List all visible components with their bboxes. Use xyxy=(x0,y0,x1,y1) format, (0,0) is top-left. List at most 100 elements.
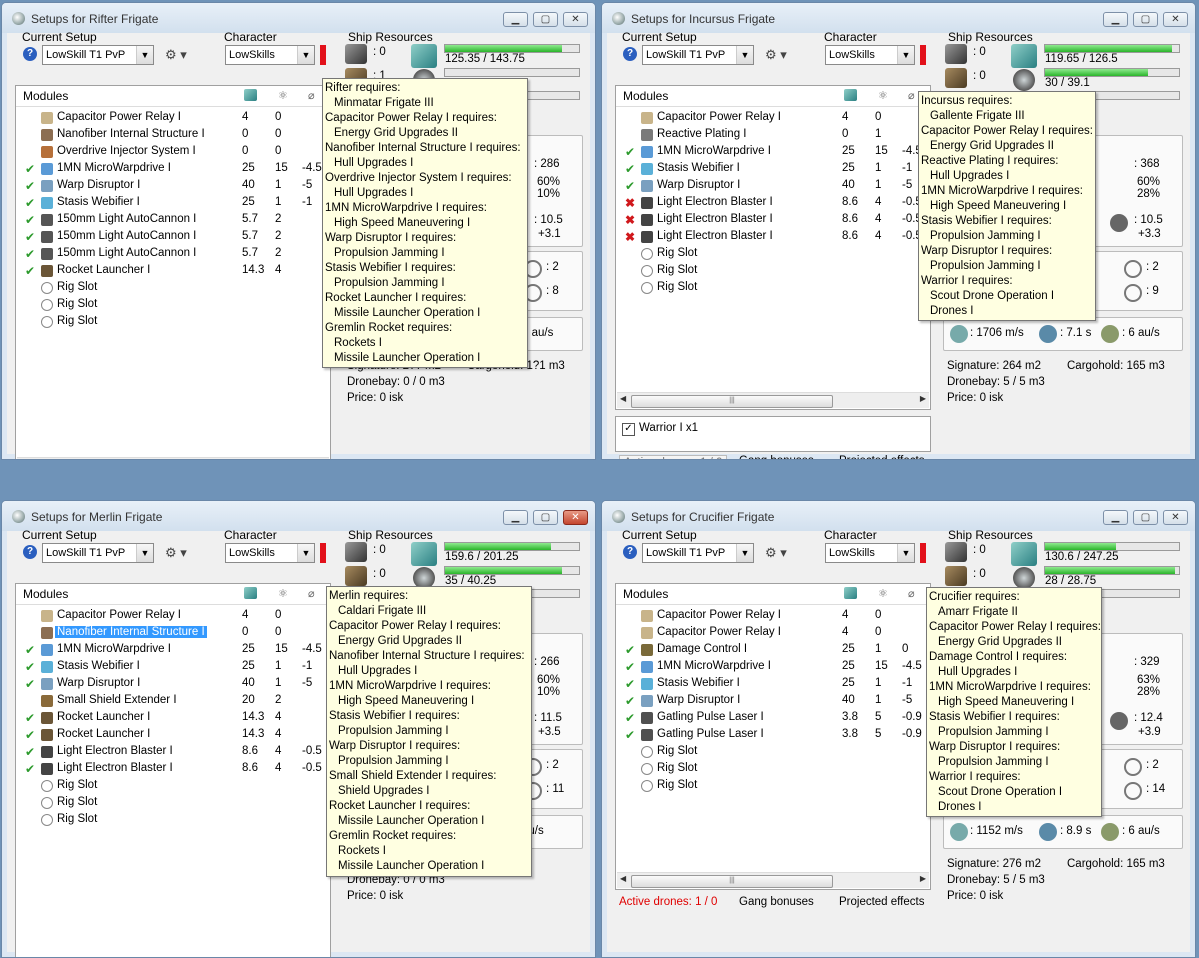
module-row[interactable]: Capacitor Power Relay I 4 0 xyxy=(616,608,930,625)
powergrid-column-icon[interactable]: ⚛ xyxy=(878,89,888,102)
module-row[interactable]: ✔ Gatling Pulse Laser I 3.8 5 -0.9 xyxy=(616,727,930,744)
module-row[interactable]: ✔ Rocket Launcher I 14.3 4 xyxy=(16,710,330,727)
module-row[interactable]: ✔ Light Electron Blaster I 8.6 4 -0.5 xyxy=(16,744,330,761)
module-row[interactable]: Nanofiber Internal Structure I 0 0 xyxy=(16,625,330,642)
capacitor-column-icon[interactable]: ⌀ xyxy=(308,89,315,102)
modules-horizontal-scrollbar[interactable]: ◀▶||| xyxy=(617,392,929,408)
module-row[interactable]: ✔ 150mm Light AutoCannon I 5.7 2 xyxy=(16,246,330,263)
close-button[interactable]: ✕ xyxy=(1163,510,1188,525)
module-row[interactable]: ✔ 1MN MicroWarpdrive I 25 15 -4.5 xyxy=(616,659,930,676)
title-bar[interactable]: Setups for Incursus Frigate ▁ ▢ ✕ xyxy=(602,3,1195,33)
scroll-right-icon[interactable]: ▶ xyxy=(320,459,326,460)
modules-column-header[interactable]: Modules xyxy=(23,89,68,103)
module-row[interactable]: ✔ Rocket Launcher I 14.3 4 xyxy=(16,263,330,280)
scroll-right-icon[interactable]: ▶ xyxy=(920,394,926,403)
module-row[interactable]: ✔ Stasis Webifier I 25 1 -1 xyxy=(16,659,330,676)
title-bar[interactable]: Setups for Crucifier Frigate ▁ ▢ ✕ xyxy=(602,501,1195,531)
powergrid-column-icon[interactable]: ⚛ xyxy=(278,587,288,600)
module-row[interactable]: Capacitor Power Relay I 4 0 xyxy=(16,608,330,625)
module-row[interactable]: ✖ Light Electron Blaster I 8.6 4 -0.5 xyxy=(616,229,930,246)
module-row[interactable]: Rig Slot xyxy=(16,812,330,829)
module-row[interactable]: ✖ Light Electron Blaster I 8.6 4 -0.5 xyxy=(616,212,930,229)
module-row[interactable]: Overdrive Injector System I 0 0 xyxy=(16,144,330,161)
module-row[interactable]: Rig Slot xyxy=(616,246,930,263)
character-dropdown[interactable]: LowSkills ▼ xyxy=(225,45,315,65)
module-row[interactable]: Rig Slot xyxy=(16,280,330,297)
capacitor-column-icon[interactable]: ⌀ xyxy=(308,587,315,600)
module-row[interactable]: Capacitor Power Relay I 4 0 xyxy=(16,110,330,127)
active-drones-tab[interactable]: Active drones: 1 / 0 xyxy=(619,455,728,459)
module-row[interactable]: Rig Slot xyxy=(616,280,930,297)
module-row[interactable]: ✔ 150mm Light AutoCannon I 5.7 2 xyxy=(16,229,330,246)
module-row[interactable]: Rig Slot xyxy=(16,297,330,314)
tools-menu-button[interactable]: ⚙ ▾ xyxy=(165,545,187,561)
minimize-button[interactable]: ▁ xyxy=(1103,12,1128,27)
help-icon[interactable]: ? xyxy=(623,545,637,559)
module-row[interactable]: ✔ Warp Disruptor I 40 1 -5 xyxy=(16,676,330,693)
module-row[interactable]: ✔ Warp Disruptor I 40 1 -5 xyxy=(616,693,930,710)
module-row[interactable]: ✔ Warp Disruptor I 40 1 -5 xyxy=(616,178,930,195)
setup-dropdown[interactable]: LowSkill T1 PvP ▼ xyxy=(42,45,154,65)
modules-column-header[interactable]: Modules xyxy=(23,587,68,601)
module-row[interactable]: ✔ 1MN MicroWarpdrive I 25 15 -4.5 xyxy=(16,161,330,178)
module-row[interactable]: ✔ Stasis Webifier I 25 1 -1 xyxy=(616,676,930,693)
setup-dropdown[interactable]: LowSkill T1 PvP ▼ xyxy=(42,543,154,563)
module-row[interactable]: Rig Slot xyxy=(616,263,930,280)
maximize-button[interactable]: ▢ xyxy=(1133,12,1158,27)
module-row[interactable]: Rig Slot xyxy=(616,778,930,795)
module-row[interactable]: ✔ 150mm Light AutoCannon I 5.7 2 xyxy=(16,212,330,229)
minimize-button[interactable]: ▁ xyxy=(503,12,528,27)
gang-bonuses-tab[interactable]: Gang bonuses xyxy=(739,455,814,459)
title-bar[interactable]: Setups for Merlin Frigate ▁ ▢ ✕ xyxy=(2,501,595,531)
setup-dropdown[interactable]: LowSkill T1 PvP ▼ xyxy=(642,45,754,65)
maximize-button[interactable]: ▢ xyxy=(533,12,558,27)
modules-panel[interactable]: Modules ⚛ ⌀ Capacitor Power Relay I 4 0 Nanofi… xyxy=(15,583,331,957)
module-row[interactable]: ✔ Rocket Launcher I 14.3 4 xyxy=(16,727,330,744)
character-dropdown[interactable]: LowSkills ▼ xyxy=(825,45,915,65)
module-row[interactable]: Capacitor Power Relay I 4 0 xyxy=(616,110,930,127)
maximize-button[interactable]: ▢ xyxy=(533,510,558,525)
module-row[interactable]: ✔ Stasis Webifier I 25 1 -1 xyxy=(16,195,330,212)
tools-menu-button[interactable]: ⚙ ▾ xyxy=(165,47,187,63)
module-row[interactable]: ✔ Warp Disruptor I 40 1 -5 xyxy=(16,178,330,195)
capacitor-column-icon[interactable]: ⌀ xyxy=(908,587,915,600)
help-icon[interactable]: ? xyxy=(623,47,637,61)
projected-effects-tab[interactable]: Projected effects xyxy=(839,455,924,459)
module-row[interactable]: ✔ Damage Control I 25 1 0 xyxy=(616,642,930,659)
module-row[interactable]: Rig Slot xyxy=(616,761,930,778)
modules-column-header[interactable]: Modules xyxy=(623,587,668,601)
scroll-left-icon[interactable]: ◀ xyxy=(20,459,26,460)
powergrid-column-icon[interactable]: ⚛ xyxy=(878,587,888,600)
help-icon[interactable]: ? xyxy=(23,545,37,559)
scroll-left-icon[interactable]: ◀ xyxy=(620,874,626,883)
close-button[interactable]: ✕ xyxy=(563,510,588,525)
modules-panel[interactable]: Modules ⚛ ⌀ Capacitor Power Relay I 4 0 Capaci… xyxy=(615,583,931,890)
active-drones-tab[interactable]: Active drones: 1 / 0 xyxy=(619,896,717,908)
maximize-button[interactable]: ▢ xyxy=(1133,510,1158,525)
module-row[interactable]: Capacitor Power Relay I 4 0 xyxy=(616,625,930,642)
module-row[interactable]: Rig Slot xyxy=(16,795,330,812)
tools-menu-button[interactable]: ⚙ ▾ xyxy=(765,545,787,561)
character-dropdown[interactable]: LowSkills ▼ xyxy=(825,543,915,563)
tools-menu-button[interactable]: ⚙ ▾ xyxy=(765,47,787,63)
drones-panel[interactable]: ✓ Warrior I x1 xyxy=(615,416,931,452)
module-row[interactable]: ✔ Light Electron Blaster I 8.6 4 -0.5 xyxy=(16,761,330,778)
modules-horizontal-scrollbar[interactable]: ◀▶||| xyxy=(617,872,929,888)
scroll-thumb[interactable]: ||| xyxy=(631,395,833,408)
modules-horizontal-scrollbar[interactable]: ◀▶||| xyxy=(17,457,329,460)
modules-panel[interactable]: Modules ⚛ ⌀ Capacitor Power Relay I 4 0 Reacti… xyxy=(615,85,931,410)
module-row[interactable]: Rig Slot xyxy=(616,744,930,761)
minimize-button[interactable]: ▁ xyxy=(503,510,528,525)
module-row[interactable]: ✔ Stasis Webifier I 25 1 -1 xyxy=(616,161,930,178)
modules-column-header[interactable]: Modules xyxy=(623,89,668,103)
drone-checkbox[interactable]: ✓ xyxy=(622,423,635,436)
powergrid-column-icon[interactable]: ⚛ xyxy=(278,89,288,102)
gang-bonuses-tab[interactable]: Gang bonuses xyxy=(739,896,814,908)
module-row[interactable]: Rig Slot xyxy=(16,314,330,331)
module-row[interactable]: Small Shield Extender I 20 2 xyxy=(16,693,330,710)
cpu-column-icon[interactable] xyxy=(244,587,257,599)
close-button[interactable]: ✕ xyxy=(563,12,588,27)
modules-panel[interactable]: Modules ⚛ ⌀ Capacitor Power Relay I 4 0 Nanofi… xyxy=(15,85,331,460)
scroll-right-icon[interactable]: ▶ xyxy=(920,874,926,883)
module-row[interactable]: ✔ 1MN MicroWarpdrive I 25 15 -4.5 xyxy=(616,144,930,161)
